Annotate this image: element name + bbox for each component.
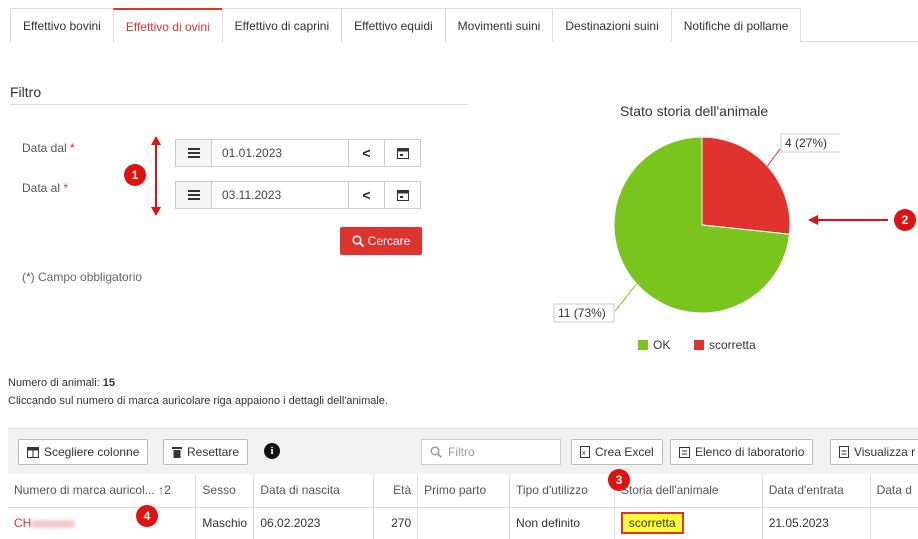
sort-indicator: ↑2	[158, 483, 171, 498]
search-button-label: Cercare	[367, 234, 411, 248]
column-header-age[interactable]: Età	[373, 474, 419, 508]
info-text: Cliccando sul numero di marca auricolare…	[8, 395, 388, 407]
column-header-entry-date[interactable]: Data d'entrata	[762, 474, 871, 508]
column-header-first-birth[interactable]: Primo parto	[417, 474, 511, 508]
filter-input[interactable]: Filtro	[421, 439, 561, 465]
annotation-badge-1: 1	[124, 164, 146, 186]
tab-effettivo-equidi[interactable]: Effettivo equidi	[341, 8, 446, 42]
cell-exit-date	[870, 507, 918, 539]
grid-toolbar: Scegliere colonne Resettare i Filtro x C…	[8, 428, 918, 474]
cell-birth-date: 06.02.2023	[253, 507, 375, 539]
search-icon	[352, 235, 364, 247]
calendar-list-icon[interactable]	[176, 182, 212, 208]
pie-slice-scorretta[interactable]	[701, 136, 791, 235]
cell-usage: Non definito	[509, 507, 615, 539]
required-mark: *	[70, 141, 75, 155]
info-icon[interactable]: i	[264, 443, 280, 459]
search-icon	[430, 446, 442, 458]
calendar-list-icon[interactable]	[176, 140, 212, 166]
view-button[interactable]: Visualizza r	[830, 439, 918, 465]
columns-icon	[27, 446, 39, 458]
cell-animal-history: scorretta	[614, 507, 763, 539]
column-header-exit-date[interactable]: Data d	[870, 474, 918, 508]
calendar-icon[interactable]	[384, 182, 420, 208]
legend-swatch-scorretta	[694, 340, 704, 350]
lab-list-button[interactable]: Elenco di laboratorio	[670, 439, 814, 465]
chart-title: Stato storia dell'animale	[620, 103, 769, 119]
annotation-arrow-left	[808, 215, 888, 225]
column-header-ear-tag[interactable]: Numero di marca auricol... ↑2	[8, 474, 197, 508]
required-note: (*) Campo obbligatorio	[22, 270, 143, 284]
legend-swatch-ok	[638, 340, 648, 350]
column-header-sex[interactable]: Sesso	[195, 474, 255, 508]
filter-title: Filtro	[10, 84, 42, 100]
tab-destinazioni-suini[interactable]: Destinazioni suini	[552, 8, 672, 42]
annotation-arrow-vertical	[151, 136, 161, 216]
column-header-usage[interactable]: Tipo d'utilizzo	[509, 474, 615, 508]
excel-file-icon: x	[580, 446, 590, 458]
choose-columns-button[interactable]: Scegliere colonne	[18, 439, 149, 465]
ear-tag-link[interactable]: CH	[8, 507, 197, 539]
tab-effettivo-ovini[interactable]: Effettivo di ovini	[112, 8, 223, 43]
date-to-field[interactable]: 03.11.2023 <	[175, 181, 421, 209]
table-header-row: Numero di marca auricol... ↑2 Sesso Data…	[8, 474, 918, 508]
tab-bar: Effettivo bovini Effettivo di ovini Effe…	[10, 8, 918, 43]
search-button[interactable]: Cercare	[340, 227, 422, 255]
date-to-value[interactable]: 03.11.2023	[212, 182, 348, 208]
svg-text:x: x	[582, 450, 586, 457]
date-from-label: Data dal *	[22, 141, 75, 155]
cell-sex: Maschio	[195, 507, 255, 539]
date-to-label: Data al *	[22, 181, 69, 195]
required-mark: *	[63, 181, 69, 195]
column-header-birth-date[interactable]: Data di nascita	[253, 474, 375, 508]
cell-entry-date: 21.05.2023	[762, 507, 871, 539]
filter-divider	[10, 104, 468, 105]
list-icon	[679, 446, 690, 458]
calendar-icon[interactable]	[384, 140, 420, 166]
legend-label-scorretta[interactable]: scorretta	[709, 338, 756, 352]
legend-label-ok[interactable]: OK	[653, 338, 670, 352]
chevron-left-icon[interactable]: <	[348, 182, 384, 208]
cell-age: 270	[373, 507, 419, 539]
cell-first-birth	[417, 507, 511, 539]
pie-leader-line	[766, 148, 781, 167]
history-highlight: scorretta	[620, 512, 684, 535]
pie-data-label: 11 (73%)	[558, 306, 606, 320]
document-icon	[839, 446, 849, 458]
annotation-badge-2: 2	[894, 209, 916, 231]
reset-button[interactable]: Resettare	[163, 439, 249, 465]
chevron-left-icon[interactable]: <	[348, 140, 384, 166]
animal-count: Numero di animali: 15	[8, 377, 116, 389]
trash-icon	[172, 447, 182, 458]
date-from-value[interactable]: 01.01.2023	[212, 140, 348, 166]
date-from-field[interactable]: 01.01.2023 <	[175, 139, 421, 167]
animal-count-value: 15	[102, 377, 116, 389]
tab-notifiche-pollame[interactable]: Notifiche di pollame	[670, 8, 802, 42]
column-header-animal-history[interactable]: Storia dell'animale	[614, 474, 763, 508]
annotation-badge-3: 3	[608, 469, 630, 491]
tab-movimenti-suini[interactable]: Movimenti suini	[444, 8, 554, 42]
pie-chart: 4 (27%) 11 (73%) OK scorretta	[553, 133, 840, 352]
pie-leader-line	[614, 283, 637, 312]
pie-data-label: 4 (27%)	[785, 136, 827, 150]
annotation-badge-4: 4	[136, 505, 158, 527]
create-excel-button[interactable]: x Crea Excel	[571, 439, 663, 465]
tab-effettivo-caprini[interactable]: Effettivo di caprini	[221, 8, 343, 42]
tab-effettivo-bovini[interactable]: Effettivo bovini	[10, 8, 114, 42]
redacted-text	[31, 520, 76, 529]
